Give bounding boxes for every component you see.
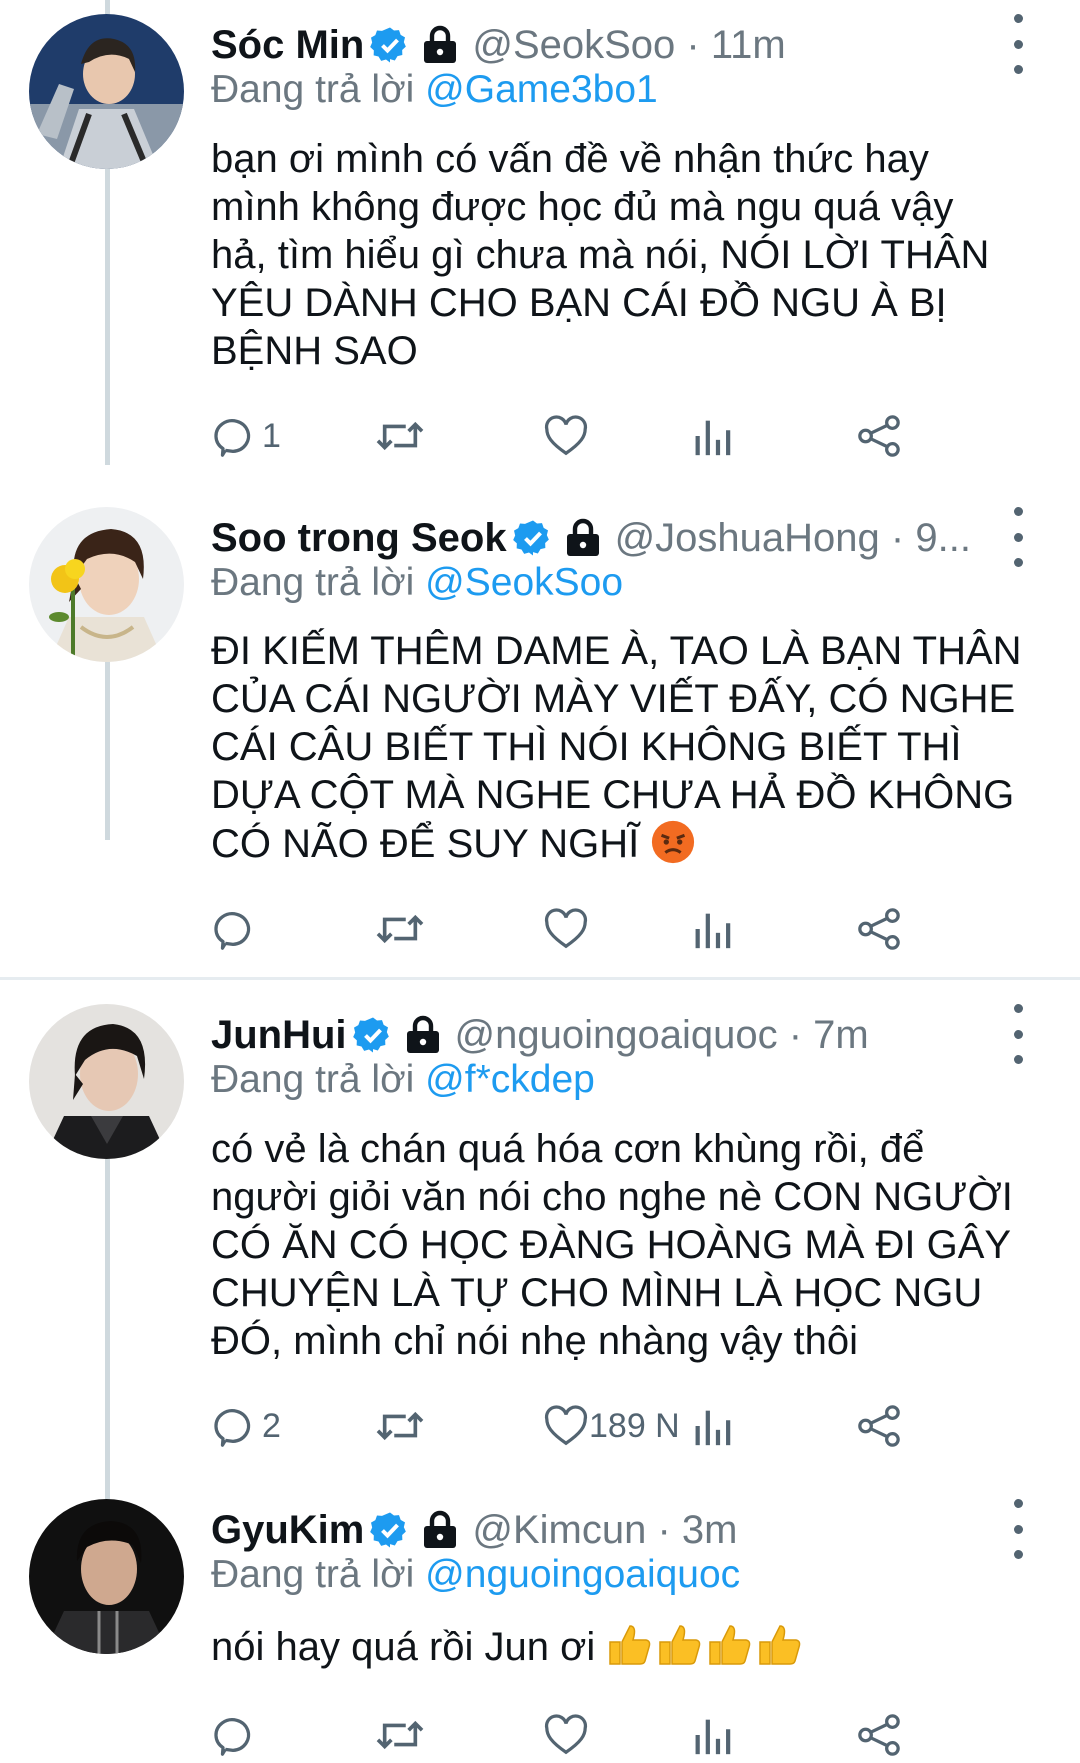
more-icon[interactable]	[1006, 14, 1030, 74]
action-bar: 2 189 N	[210, 1398, 1010, 1454]
retweet-icon	[376, 421, 424, 451]
reply-button[interactable]: 2	[210, 1398, 281, 1454]
share-icon	[858, 908, 900, 950]
replying-to: Đang trả lời @Game3bo1	[211, 68, 658, 112]
tweet-1[interactable]: Sóc Min @SeokSoo · 11m Đang trả lời @Gam…	[0, 0, 1080, 480]
verified-icon	[370, 1510, 410, 1550]
mention-link[interactable]: @SeokSoo	[425, 561, 623, 604]
replying-prefix: Đang trả lời	[211, 1553, 426, 1596]
tweet-4[interactable]: GyuKim @Kimcun · 3m Đang trả lời @nguoin…	[0, 1485, 1080, 1756]
action-bar	[210, 901, 1010, 957]
like-icon	[544, 908, 588, 949]
replying-to: Đang trả lời @SeokSoo	[211, 561, 623, 605]
display-name[interactable]: Sóc Min	[211, 23, 364, 68]
thumbs-up-emoji	[606, 1620, 806, 1679]
retweet-button[interactable]	[375, 901, 425, 957]
verified-icon	[370, 25, 410, 65]
like-icon	[544, 1714, 588, 1755]
like-button[interactable]: 189 N	[543, 1398, 680, 1454]
handle-and-time[interactable]: @SeokSoo · 11m	[472, 23, 785, 68]
share-icon	[858, 1714, 900, 1756]
replying-to: Đang trả lời @f*ckdep	[211, 1058, 595, 1102]
avatar[interactable]	[29, 507, 184, 662]
display-name[interactable]: JunHui	[211, 1013, 347, 1058]
retweet-icon	[376, 1411, 424, 1441]
reply-button[interactable]	[210, 901, 262, 957]
tweet-text-content: nói hay quá rồi Jun ơi	[211, 1625, 607, 1669]
like-icon	[544, 1405, 588, 1446]
mention-link[interactable]: @f*ckdep	[425, 1058, 595, 1101]
handle-and-time[interactable]: @JoshuaHong · 9...	[615, 516, 971, 561]
lock-icon	[405, 1015, 441, 1055]
reply-button[interactable]: 1	[210, 408, 281, 464]
replying-prefix: Đang trả lời	[211, 68, 426, 111]
replying-prefix: Đang trả lời	[211, 561, 426, 604]
tweet-text: ĐI KIẾM THÊM DAME À, TAO LÀ BẠN THÂN CỦA…	[211, 627, 1041, 876]
conversation-divider	[0, 977, 1080, 980]
tweet-2[interactable]: Soo trong Seok @JoshuaHong · 9... Đang t…	[0, 495, 1080, 975]
lock-icon	[565, 518, 601, 558]
reply-count: 1	[262, 416, 281, 455]
retweet-icon	[376, 914, 424, 944]
lock-icon	[422, 1510, 458, 1550]
action-bar: 1	[210, 408, 1010, 464]
tweet-text: có vẻ là chán quá hóa cơn khùng rồi, để …	[211, 1127, 1013, 1363]
replying-to: Đang trả lời @nguoingoaiquoc	[211, 1553, 740, 1597]
reply-icon	[214, 1409, 251, 1447]
reply-count: 2	[262, 1406, 281, 1445]
retweet-icon	[376, 1720, 424, 1750]
share-icon	[858, 1405, 900, 1447]
tweet-3[interactable]: JunHui @nguoingoaiquoc · 7m Đang trả lời…	[0, 990, 1080, 1470]
reply-icon	[214, 419, 251, 457]
share-button[interactable]	[855, 1398, 903, 1454]
like-count: 189 N	[589, 1406, 680, 1445]
mention-link[interactable]: @Game3bo1	[425, 68, 658, 111]
tweet-text: nói hay quá rồi Jun ơi	[211, 1620, 1041, 1679]
handle-and-time[interactable]: @nguoingoaiquoc · 7m	[455, 1013, 869, 1058]
analytics-icon	[695, 1410, 731, 1446]
analytics-icon	[695, 913, 731, 949]
replying-prefix: Đang trả lời	[211, 1058, 426, 1101]
avatar[interactable]	[29, 14, 184, 169]
like-icon	[544, 415, 588, 456]
reply-icon	[214, 912, 251, 950]
analytics-button[interactable]	[690, 1398, 736, 1454]
share-icon	[858, 415, 900, 457]
analytics-icon	[695, 1719, 731, 1755]
more-icon[interactable]	[1006, 1004, 1030, 1064]
more-icon[interactable]	[1006, 507, 1030, 567]
handle-and-time[interactable]: @Kimcun · 3m	[472, 1508, 737, 1553]
lock-icon	[422, 25, 458, 65]
avatar[interactable]	[29, 1499, 184, 1654]
retweet-button[interactable]	[375, 408, 425, 464]
tweet-text: bạn ơi mình có vấn đề về nhận thức hay m…	[211, 137, 990, 373]
angry-emoji	[650, 819, 696, 876]
display-name[interactable]: GyuKim	[211, 1508, 364, 1553]
tweet-text-content: ĐI KIẾM THÊM DAME À, TAO LÀ BẠN THÂN CỦA…	[211, 629, 1022, 866]
display-name[interactable]: Soo trong Seok	[211, 516, 507, 561]
mention-link[interactable]: @nguoingoaiquoc	[425, 1553, 740, 1596]
reply-icon	[214, 1718, 251, 1756]
share-button[interactable]	[855, 408, 903, 464]
more-icon[interactable]	[1006, 1499, 1030, 1559]
verified-icon	[512, 518, 553, 558]
avatar[interactable]	[29, 1004, 184, 1159]
analytics-icon	[695, 420, 731, 456]
retweet-button[interactable]	[375, 1398, 425, 1454]
verified-icon	[352, 1015, 393, 1055]
analytics-button[interactable]	[690, 901, 736, 957]
share-button[interactable]	[855, 901, 903, 957]
analytics-button[interactable]	[690, 408, 736, 464]
like-button[interactable]	[543, 901, 595, 957]
like-button[interactable]	[543, 408, 595, 464]
